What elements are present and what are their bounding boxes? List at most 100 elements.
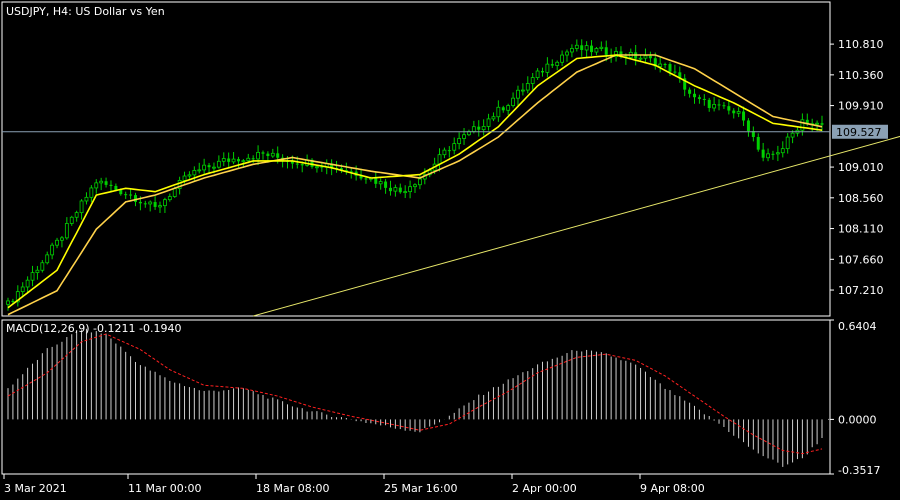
- candle-bull: [712, 104, 717, 109]
- candle-bear: [388, 187, 392, 192]
- candle-bear: [742, 111, 746, 121]
- candle-bull: [408, 186, 412, 193]
- candle-bear: [114, 185, 118, 190]
- candle-bear: [590, 45, 594, 53]
- price-chart-title: USDJPY, H4: US Dollar vs Yen: [6, 5, 165, 18]
- candle-bull: [99, 180, 104, 184]
- candle-bull: [94, 182, 99, 189]
- price-axis-label: 107.210: [838, 284, 884, 297]
- candle-bull: [452, 143, 457, 151]
- candle-bull: [20, 286, 25, 293]
- candle-bear: [727, 106, 731, 111]
- candle-bull: [780, 148, 785, 154]
- candle-bear: [124, 194, 128, 196]
- candle-bull: [555, 61, 560, 66]
- current-price-label: 109.527: [836, 126, 882, 139]
- macd-axis-label: 0.0000: [838, 413, 877, 426]
- price-axis-label: 109.010: [838, 161, 884, 174]
- candle-bull: [30, 272, 35, 281]
- chart-canvas: USDJPY, H4: US Dollar vs Yen MACD(12,26,…: [1, 1, 900, 495]
- candle-bear: [11, 300, 15, 302]
- candle-bull: [393, 187, 398, 192]
- candle-bull: [187, 174, 192, 177]
- candle-bull: [584, 45, 589, 51]
- candle-bear: [207, 165, 211, 168]
- candle-bear: [756, 137, 760, 150]
- candle-bull: [40, 262, 45, 271]
- candle-bear: [384, 181, 388, 188]
- candle-bull: [172, 188, 177, 197]
- time-axis-label: 2 Apr 00:00: [512, 482, 577, 495]
- candle-bull: [658, 63, 663, 67]
- candle-bear: [648, 55, 652, 59]
- candle-bear: [820, 123, 824, 125]
- candle-bear: [374, 178, 378, 184]
- candle-bull: [182, 175, 187, 181]
- candle-bull: [315, 166, 319, 169]
- candle-bull: [221, 158, 226, 162]
- candle-bear: [707, 99, 711, 108]
- candle-bull: [202, 164, 207, 171]
- candle-bull: [403, 191, 408, 194]
- time-axis-label: 18 Mar 08:00: [256, 482, 329, 495]
- candle-bull: [270, 152, 275, 157]
- candle-bear: [227, 158, 231, 162]
- candle-bull: [158, 205, 162, 208]
- candle-bull: [413, 184, 417, 188]
- price-panel: USDJPY, H4: US Dollar vs Yen: [1, 1, 900, 317]
- candle-bear: [300, 164, 304, 166]
- candle-bull: [516, 89, 520, 99]
- candle-bear: [261, 152, 265, 154]
- candle-bear: [133, 195, 137, 202]
- candle-bull: [55, 239, 59, 246]
- candle-bull: [216, 160, 221, 168]
- candle-bear: [693, 93, 697, 98]
- candle-bear: [119, 189, 123, 195]
- candle-bear: [364, 178, 368, 180]
- time-axis-label: 25 Mar 16:00: [384, 482, 457, 495]
- macd-axis-label: -0.3517: [838, 464, 880, 477]
- candle-bull: [643, 55, 648, 59]
- price-axis-label: 110.810: [838, 38, 884, 51]
- price-panel-border: [1, 1, 831, 317]
- candle-bear: [688, 89, 692, 94]
- candle-bear: [663, 64, 667, 66]
- candle-bull: [148, 201, 153, 205]
- candle-bull: [560, 54, 565, 63]
- candle-bear: [477, 126, 481, 130]
- candle-bear: [143, 203, 147, 205]
- price-axis-label: 110.360: [838, 69, 884, 82]
- macd-panel-border: [1, 319, 831, 475]
- candle-bull: [599, 46, 604, 49]
- candle-bull: [800, 119, 805, 131]
- candle-bull: [530, 77, 535, 84]
- price-axis-label: 108.110: [838, 223, 884, 236]
- candle-bull: [25, 279, 30, 288]
- candle-bull: [462, 134, 466, 139]
- candle-bull: [565, 51, 569, 56]
- candle-bear: [732, 110, 736, 114]
- candle-bull: [491, 116, 496, 120]
- candle-bull: [163, 199, 167, 207]
- candle-bear: [447, 150, 451, 152]
- candle-bull: [437, 154, 442, 165]
- candle-bull: [50, 244, 55, 256]
- candle-bear: [771, 153, 775, 155]
- candle-bull: [815, 122, 819, 125]
- candle-bear: [251, 158, 255, 160]
- candle-bear: [266, 153, 270, 157]
- candle-bull: [790, 132, 795, 138]
- moving-average-fast: [7, 54, 823, 309]
- candle-bull: [231, 158, 236, 163]
- candle-bull: [574, 44, 579, 49]
- candle-bull: [79, 200, 84, 214]
- candle-bear: [550, 64, 554, 66]
- time-axis-label: 11 Mar 00:00: [128, 482, 201, 495]
- candle-bear: [580, 45, 584, 50]
- candle-bull: [89, 187, 94, 198]
- candle-bear: [398, 187, 402, 193]
- candle-bull: [535, 70, 540, 78]
- candle-bull: [766, 153, 770, 159]
- candle-bull: [520, 89, 525, 92]
- candle-bear: [761, 149, 765, 158]
